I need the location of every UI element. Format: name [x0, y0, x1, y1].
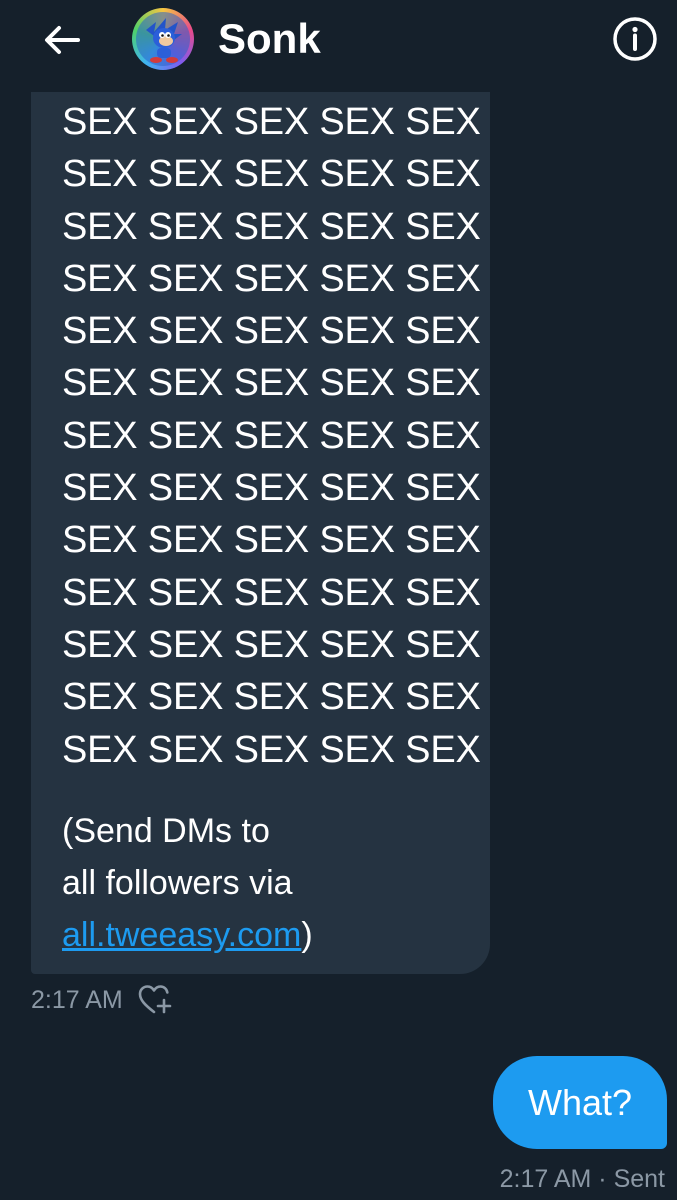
message-line: SEX SEX SEX SEX SEX: [62, 467, 481, 510]
message-line: SEX SEX SEX SEX SEX: [62, 623, 481, 666]
footer-link-line: all.tweeasy.com): [62, 909, 313, 961]
sent-message-status: 2:17 AM · Sent: [499, 1165, 665, 1193]
message-line: SEX SEX SEX SEX SEX: [62, 101, 481, 143]
heart-plus-icon: [138, 985, 172, 1014]
info-button[interactable]: [612, 16, 658, 62]
message-line: SEX SEX SEX SEX SEX: [62, 153, 481, 196]
received-message-meta: 2:17 AM: [31, 980, 173, 1020]
arrow-left-icon: [45, 26, 80, 54]
message-line: SEX SEX SEX SEX SEX: [62, 414, 481, 457]
message-line: SEX SEX SEX SEX SEX: [62, 571, 481, 614]
message-line: SEX SEX SEX SEX SEX: [62, 205, 481, 248]
message-line: SEX SEX SEX SEX SEX: [62, 519, 481, 562]
react-button[interactable]: [137, 983, 173, 1017]
info-circle-icon: [613, 17, 657, 61]
sent-message-bubble[interactable]: What?: [493, 1056, 667, 1149]
contact-name[interactable]: Sonk: [218, 13, 321, 65]
footer-close-paren: ): [301, 916, 313, 954]
tweeasy-link[interactable]: all.tweeasy.com: [62, 916, 301, 954]
message-line: SEX SEX SEX SEX SEX: [62, 728, 481, 771]
received-message-text: SEX SEX SEX SEX SEX SEX SEX SEX SEX SEX …: [62, 96, 481, 776]
message-line: SEX SEX SEX SEX SEX: [62, 310, 481, 353]
dm-conversation-screen: SEX SEX SEX SEX SEX SEX SEX SEX SEX SEX …: [0, 0, 677, 1200]
received-timestamp: 2:17 AM: [31, 985, 123, 1014]
message-line: SEX SEX SEX SEX SEX: [62, 362, 481, 405]
back-button[interactable]: [40, 20, 84, 60]
avatar-character-image: [136, 12, 190, 66]
message-line: SEX SEX SEX SEX SEX: [62, 676, 481, 719]
avatar[interactable]: [132, 8, 194, 70]
footer-line: (Send DMs to: [62, 812, 270, 850]
conversation-header: Sonk: [0, 0, 677, 92]
footer-line: all followers via: [62, 864, 293, 902]
received-message-bubble[interactable]: SEX SEX SEX SEX SEX SEX SEX SEX SEX SEX …: [31, 40, 490, 974]
message-line: SEX SEX SEX SEX SEX: [62, 257, 481, 300]
received-message-footer: (Send DMs to all followers via all.tweea…: [62, 805, 313, 961]
